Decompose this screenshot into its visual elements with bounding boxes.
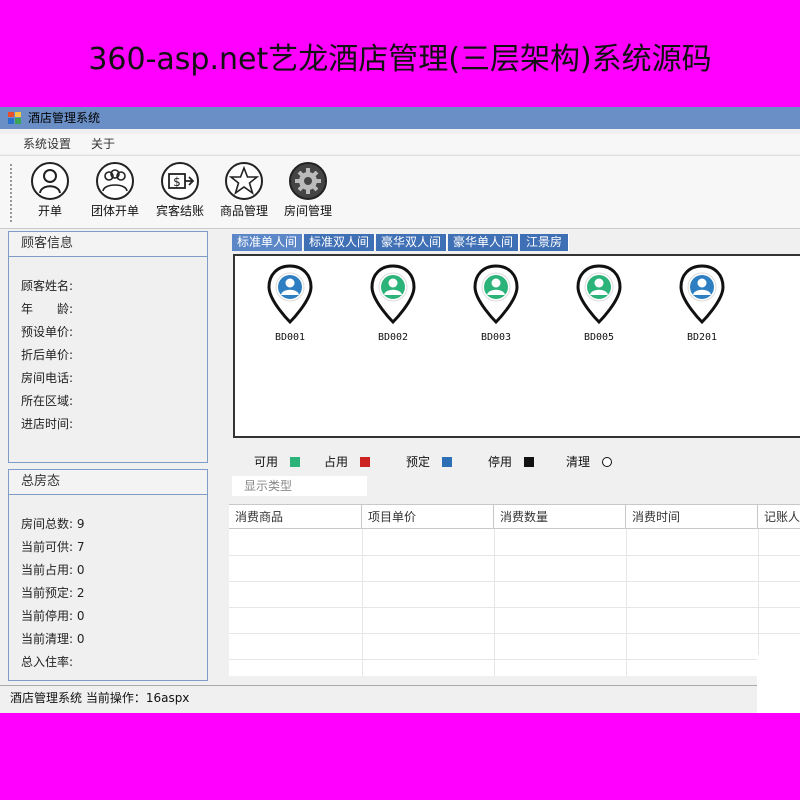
room-tile-bd005[interactable]: BD005 (569, 264, 629, 343)
discount-price-label: 折后单价: (21, 348, 74, 362)
occupied-rooms: 当前占用: 0 (21, 563, 85, 577)
guest-info-title: 顾客信息 (9, 232, 207, 257)
tab-standard-single[interactable]: 标准单人间 (232, 234, 303, 251)
table-row (229, 607, 800, 608)
table-row (229, 581, 800, 582)
guest-name-label: 顾客姓名: (21, 279, 74, 293)
available-rooms: 当前可供: 7 (21, 540, 85, 554)
col-time[interactable]: 消费时间 (626, 505, 758, 529)
room-pin-icon (370, 264, 416, 325)
open-order-button[interactable]: 开单 (18, 162, 82, 218)
menu-bar: 系统设置 关于 (0, 134, 800, 154)
room-tile-bd002[interactable]: BD002 (363, 264, 423, 343)
guest-age-label: 年 龄: (21, 302, 74, 316)
toolbar-grip[interactable] (10, 164, 14, 222)
tab-standard-double[interactable]: 标准双人间 (304, 234, 375, 251)
svg-text:$: $ (173, 175, 181, 189)
occupancy-rate: 总入住率: (21, 655, 74, 669)
col-quantity[interactable]: 消费数量 (494, 505, 626, 529)
room-phone-label: 房间电话: (21, 371, 74, 385)
room-pin-icon (267, 264, 313, 325)
checkin-time-label: 进店时间: (21, 417, 74, 431)
room-pin-icon (576, 264, 622, 325)
goods-manage-button[interactable]: 商品管理 (212, 162, 276, 218)
menu-system-settings[interactable]: 系统设置 (23, 134, 71, 154)
table-row (229, 659, 800, 660)
preset-price-label: 预设单价: (21, 325, 74, 339)
reserved-rooms: 当前预定: 2 (21, 586, 85, 600)
total-rooms: 房间总数: 9 (21, 517, 85, 531)
checkout-button[interactable]: $ 宾客结账 (148, 162, 212, 218)
disabled-rooms: 当前停用: 0 (21, 609, 85, 623)
legend-reserved: 预定 (406, 453, 453, 470)
toolbar: 开单 团体开单 $ 宾客结账 商品管理 房间管理 (0, 155, 800, 229)
reserved-swatch (442, 457, 453, 467)
room-status-panel: 总房态 房间总数: 9 当前可供: 7 当前占用: 0 当前预定: 2 当前停用… (8, 469, 208, 681)
region-label: 所在区域: (21, 394, 74, 408)
room-tile-bd201[interactable]: BD201 (672, 264, 732, 343)
legend-available: 可用 (254, 453, 301, 470)
col-unit-price[interactable]: 项目单价 (362, 505, 494, 529)
person-icon (31, 162, 69, 200)
app-icon (8, 112, 21, 124)
star-icon (225, 162, 263, 200)
room-pin-icon (473, 264, 519, 325)
menu-about[interactable]: 关于 (91, 134, 115, 154)
col-recorder[interactable]: 记账人 (758, 505, 800, 529)
legend-disabled: 停用 (488, 453, 535, 470)
gear-icon (289, 162, 327, 200)
room-tile-bd001[interactable]: BD001 (260, 264, 320, 343)
room-grid: BD001 BD002 BD003 BD005 BD201 (233, 254, 800, 438)
cleaning-swatch (602, 457, 613, 467)
guest-info-panel: 顾客信息 顾客姓名: 年 龄: 预设单价: 折后单价: 房间电话: 所在区域: … (8, 231, 208, 463)
legend-occupied: 占用 (324, 453, 371, 470)
room-tile-bd003[interactable]: BD003 (466, 264, 526, 343)
consumption-table: 消费商品 项目单价 消费数量 消费时间 记账人 (229, 504, 800, 676)
tab-deluxe-single[interactable]: 豪华单人间 (448, 234, 519, 251)
table-row (229, 633, 800, 634)
display-type-select[interactable]: 显示类型 (232, 476, 367, 496)
room-pin-icon (679, 264, 725, 325)
table-row (229, 555, 800, 556)
group-order-button[interactable]: 团体开单 (83, 162, 147, 218)
room-status-title: 总房态 (9, 470, 207, 495)
tab-deluxe-double[interactable]: 豪华双人间 (376, 234, 447, 251)
col-goods[interactable]: 消费商品 (229, 505, 362, 529)
legend-cleaning: 清理 (566, 453, 613, 470)
tab-river-view[interactable]: 江景房 (520, 234, 569, 251)
occupied-swatch (360, 457, 371, 467)
room-manage-button[interactable]: 房间管理 (276, 162, 340, 218)
group-icon (96, 162, 134, 200)
available-swatch (290, 457, 301, 467)
checkout-icon: $ (161, 162, 199, 200)
app-window: 酒店管理系统 系统设置 关于 开单 团体开单 $ 宾客结账 商品管理 房间管理 … (0, 107, 800, 713)
title-bar: 酒店管理系统 (0, 107, 800, 129)
status-bar: 酒店管理系统 当前操作：16aspx (0, 685, 757, 709)
banner-title: 360-asp.net艺龙酒店管理(三层架构)系统源码 (88, 42, 712, 77)
cleaning-rooms: 当前清理: 0 (21, 632, 85, 646)
disabled-swatch (524, 457, 535, 467)
window-title: 酒店管理系统 (28, 111, 101, 125)
